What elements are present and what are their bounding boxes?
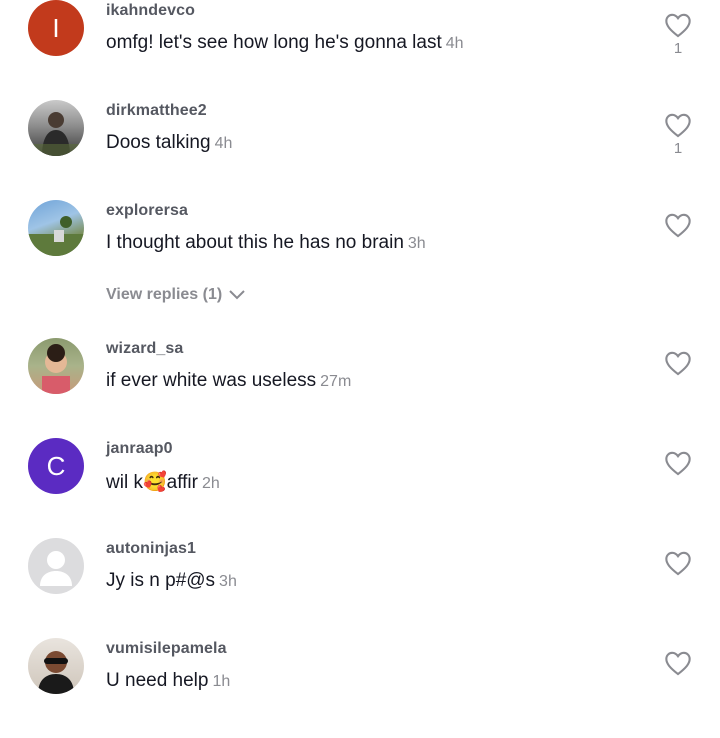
avatar[interactable] xyxy=(28,338,84,394)
comment-time: 2h xyxy=(201,475,220,492)
comment-item: explorersa I thought about this he has n… xyxy=(0,200,720,300)
heart-icon xyxy=(665,651,691,676)
avatar[interactable]: C xyxy=(28,438,84,494)
comment-item: autoninjas1 Jy is n p#@s 3h xyxy=(0,538,720,638)
like-button[interactable]: 1 xyxy=(660,112,696,172)
comment-time: 3h xyxy=(219,573,237,590)
like-button[interactable] xyxy=(660,550,696,610)
child-photo xyxy=(42,344,70,394)
default-avatar-icon xyxy=(40,551,72,586)
heart-icon xyxy=(665,351,691,376)
comment-text: if ever white was useless 27m xyxy=(106,370,352,391)
chevron-down-icon xyxy=(229,290,245,300)
avatar[interactable] xyxy=(28,100,84,156)
like-button[interactable] xyxy=(660,212,696,272)
comment-time: 4h xyxy=(214,135,233,152)
smiling-face-with-hearts-emoji: 🥰 xyxy=(142,472,167,493)
comment-username[interactable]: vumisilepamela xyxy=(106,640,227,658)
avatar[interactable] xyxy=(28,638,84,694)
comment-time: 1h xyxy=(212,673,231,690)
comment-username[interactable]: explorersa xyxy=(106,202,188,220)
comment-item: wizard_sa if ever white was useless 27m xyxy=(0,338,720,438)
heart-icon xyxy=(665,551,691,576)
comment-username[interactable]: autoninjas1 xyxy=(106,540,196,558)
comment-text: Doos talking 4h xyxy=(106,132,233,153)
like-count: 1 xyxy=(673,40,683,57)
heart-icon xyxy=(665,113,691,138)
comment-text: wil k🥰affir 2h xyxy=(106,472,220,493)
comment-username[interactable]: wizard_sa xyxy=(106,340,183,358)
heart-icon xyxy=(665,13,691,38)
comment-time: 27m xyxy=(320,373,352,390)
landscape-photo xyxy=(28,216,84,256)
comment-text: omfg! let's see how long he's gonna last… xyxy=(106,32,464,53)
like-button[interactable]: 1 xyxy=(660,12,696,72)
comment-item: dirkmatthee2 Doos talking 4h 1 xyxy=(0,100,720,200)
person-photo xyxy=(38,651,74,694)
person-photo xyxy=(28,112,84,156)
comment-username[interactable]: dirkmatthee2 xyxy=(106,102,207,120)
like-button[interactable] xyxy=(660,450,696,510)
heart-icon xyxy=(665,213,691,238)
avatar[interactable]: I xyxy=(28,0,84,56)
view-replies-button[interactable]: View replies (1) xyxy=(106,286,246,304)
comment-username[interactable]: janraap0 xyxy=(106,440,173,458)
heart-icon xyxy=(665,451,691,476)
avatar[interactable] xyxy=(28,538,84,594)
comment-time: 4h xyxy=(445,35,464,52)
comment-text: U need help 1h xyxy=(106,670,231,691)
comment-username[interactable]: ikahndevco xyxy=(106,2,195,20)
comment-text: Jy is n p#@s 3h xyxy=(106,570,237,591)
avatar[interactable] xyxy=(28,200,84,256)
like-count: 1 xyxy=(673,140,683,157)
like-button[interactable] xyxy=(660,650,696,710)
comment-time: 3h xyxy=(407,235,426,252)
comment-item: C janraap0 wil k🥰affir 2h xyxy=(0,438,720,538)
comment-text: I thought about this he has no brain 3h xyxy=(106,232,426,253)
like-button[interactable] xyxy=(660,350,696,410)
comment-item: vumisilepamela U need help 1h xyxy=(0,638,720,738)
comment-item: I ikahndevco omfg! let's see how long he… xyxy=(0,0,720,100)
